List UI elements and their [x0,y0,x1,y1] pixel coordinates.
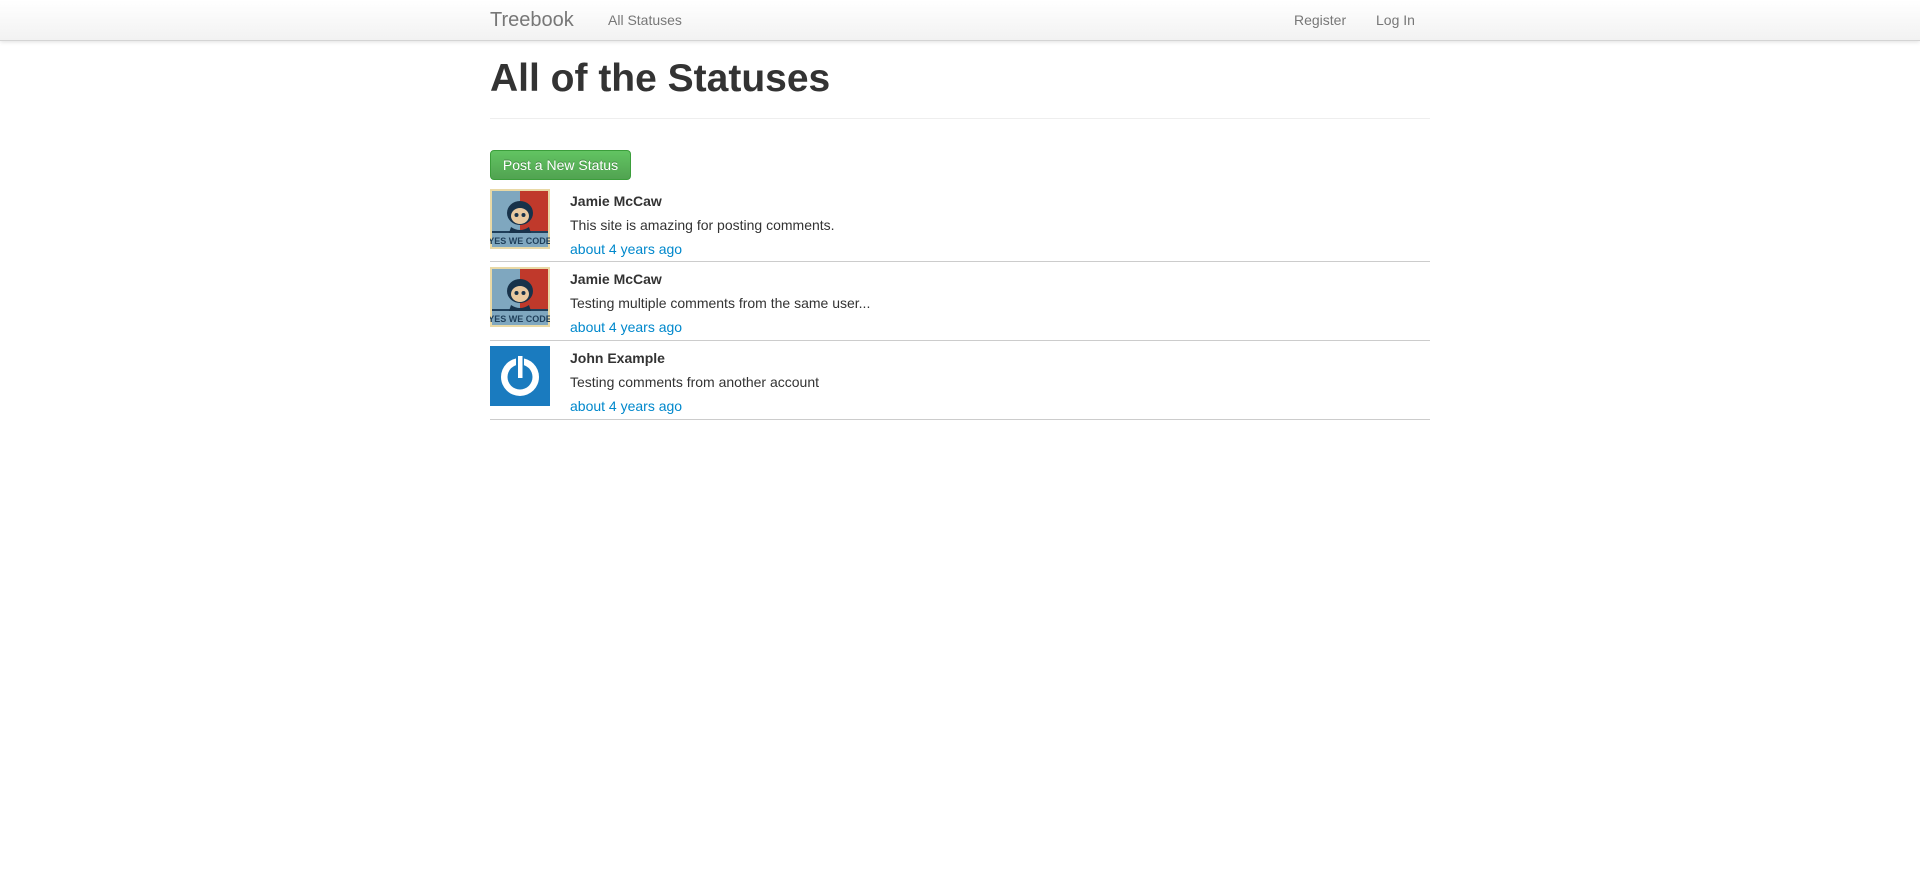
status-content: Testing multiple comments from the same … [570,295,871,311]
status-content: This site is amazing for posting comment… [570,217,835,233]
status-timestamp-link[interactable]: about 4 years ago [570,241,682,258]
post-new-status-button[interactable]: Post a New Status [490,150,631,180]
status-author: Jamie McCaw [570,193,662,209]
nav-login-link[interactable]: Log In [1376,12,1415,29]
status-content: Testing comments from another account [570,374,820,390]
status-timestamp-link[interactable]: about 4 years ago [570,398,682,415]
yes-we-code-avatar-icon[interactable]: YES WE CODE [490,189,550,249]
status-item: John Example Testing comments from anoth… [490,341,1430,420]
top-navbar: Treebook All Statuses Register Log In [0,0,1920,41]
nav-all-statuses-link[interactable]: All Statuses [608,12,682,29]
status-timestamp-link[interactable]: about 4 years ago [570,319,682,336]
status-author: John Example [570,350,665,366]
status-list: YES WE CODE Jamie McCaw This site is ama… [490,184,1430,420]
power-symbol-avatar-icon[interactable] [490,346,550,406]
svg-text:YES WE CODE: YES WE CODE [490,236,550,246]
yes-we-code-avatar-icon[interactable]: YES WE CODE [490,267,550,327]
brand-link[interactable]: Treebook [490,8,574,32]
status-item: YES WE CODE Jamie McCaw This site is ama… [490,184,1430,262]
main-container: All of the Statuses Post a New Status YE… [490,40,1430,420]
status-item: YES WE CODE Jamie McCaw Testing multiple… [490,262,1430,341]
status-author: Jamie McCaw [570,271,662,287]
page-header: All of the Statuses [490,40,1430,119]
page-title: All of the Statuses [490,57,831,100]
nav-register-link[interactable]: Register [1294,12,1346,29]
svg-text:YES WE CODE: YES WE CODE [490,314,550,324]
